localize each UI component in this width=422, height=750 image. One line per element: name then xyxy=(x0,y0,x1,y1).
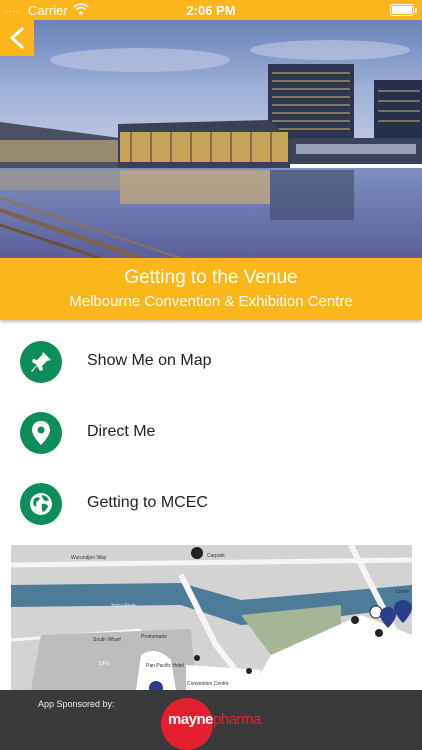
menu-item-label: Getting to MCEC xyxy=(87,494,208,511)
map-label-dfo: DFO xyxy=(99,661,110,667)
logo-part1: mayne xyxy=(168,711,214,728)
page-header: Getting to the Venue Melbourne Conventio… xyxy=(0,258,422,320)
menu-item-direct-me[interactable]: Direct Me xyxy=(0,403,422,463)
battery-tip xyxy=(415,8,417,13)
map-label-promenade: Promenade xyxy=(141,634,167,640)
venue-photo xyxy=(0,20,422,258)
back-button[interactable] xyxy=(0,20,34,56)
map-label-carpark: Carpark xyxy=(207,553,225,559)
sponsor-logo-text: maynepharma xyxy=(168,711,261,728)
sponsor-footer: App Sponsored by: maynepharma xyxy=(0,690,422,750)
map-label-south-wharf: South Wharf xyxy=(93,637,121,643)
map-label-way: Wurundjeri Way xyxy=(71,555,107,561)
page-title: Getting to the Venue xyxy=(124,267,298,288)
map-label-pan-pacific: Pan Pacific Hotel xyxy=(146,663,184,669)
sponsor-label: App Sponsored by: xyxy=(38,699,115,709)
page-subtitle: Melbourne Convention & Exhibition Centre xyxy=(69,293,353,310)
map-label-crown: Crown xyxy=(395,589,410,595)
battery-icon xyxy=(390,4,414,16)
menu-item-label: Show Me on Map xyxy=(87,352,212,369)
chevron-left-icon xyxy=(10,27,24,49)
map-label-river: Yarra River xyxy=(111,603,136,609)
logo-part2: pharma xyxy=(213,711,261,728)
status-time: 2:06 PM xyxy=(186,3,236,18)
menu-item-show-me-on-map[interactable]: Show Me on Map xyxy=(0,332,422,392)
location-marker-icon xyxy=(20,412,62,454)
globe-icon xyxy=(20,483,62,525)
status-bar: .... Carrier 2:06 PM xyxy=(0,0,422,20)
menu-item-getting-to-mcec[interactable]: Getting to MCEC xyxy=(0,474,422,534)
venue-map[interactable]: Yarra River South Wharf Promenade DFO Pa… xyxy=(11,545,412,690)
menu-item-label: Direct Me xyxy=(87,423,156,440)
map-label-convention-centre: Convention Centre xyxy=(187,681,229,687)
pin-icon xyxy=(20,341,62,383)
